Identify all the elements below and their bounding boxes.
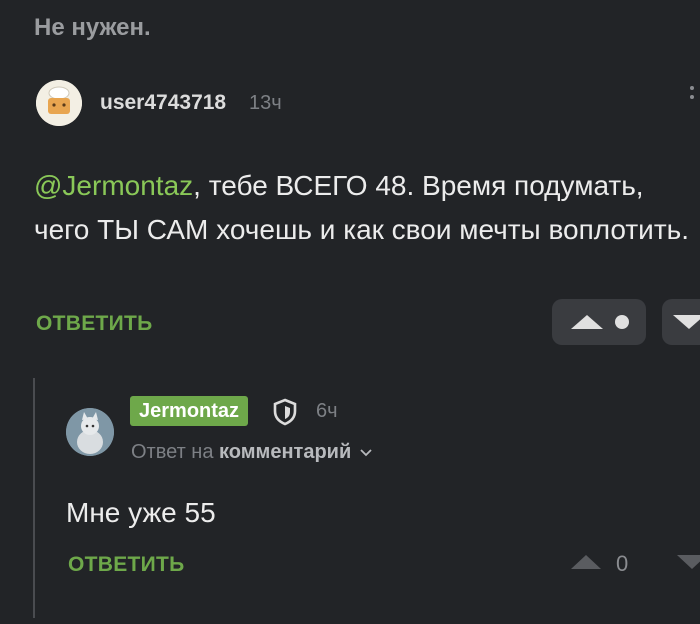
- comment-time: 6ч: [316, 400, 338, 422]
- reply-button[interactable]: ОТВЕТИТЬ: [36, 312, 153, 336]
- chevron-down-icon[interactable]: [359, 448, 373, 458]
- avatar-cat-icon: [66, 408, 114, 456]
- vote-control-down: [662, 299, 700, 345]
- avatar[interactable]: [36, 80, 82, 126]
- more-vertical-icon[interactable]: [690, 86, 694, 104]
- comment-body: @Jermontaz, тебе ВСЕГО 48. Время подумат…: [34, 164, 694, 252]
- previous-comment-text: Не нужен.: [34, 14, 151, 41]
- shield-icon: [273, 398, 297, 426]
- reply-button[interactable]: ОТВЕТИТЬ: [68, 553, 185, 577]
- downvote-icon[interactable]: [676, 554, 700, 570]
- upvote-icon[interactable]: [570, 314, 604, 330]
- downvote-icon[interactable]: [672, 314, 700, 330]
- comment-author-badge[interactable]: Jermontaz: [130, 396, 249, 426]
- avatar[interactable]: [66, 408, 114, 456]
- user-mention[interactable]: @Jermontaz: [34, 170, 193, 201]
- vote-control: [552, 299, 646, 345]
- reply-to-target[interactable]: комментарий: [219, 441, 351, 463]
- reply-to-link[interactable]: Ответ на комментарий: [131, 441, 373, 464]
- thread-line[interactable]: [33, 378, 35, 618]
- avatar-chef-icon: [36, 80, 82, 126]
- comment-time: 13ч: [249, 92, 282, 114]
- score-dot-icon: [615, 315, 629, 329]
- reply-to-prefix: Ответ на: [131, 441, 214, 463]
- comment-score: 0: [616, 551, 629, 576]
- upvote-icon[interactable]: [570, 554, 602, 570]
- comment-body: Мне уже 55: [66, 497, 216, 528]
- comment-author[interactable]: user4743718: [100, 91, 226, 115]
